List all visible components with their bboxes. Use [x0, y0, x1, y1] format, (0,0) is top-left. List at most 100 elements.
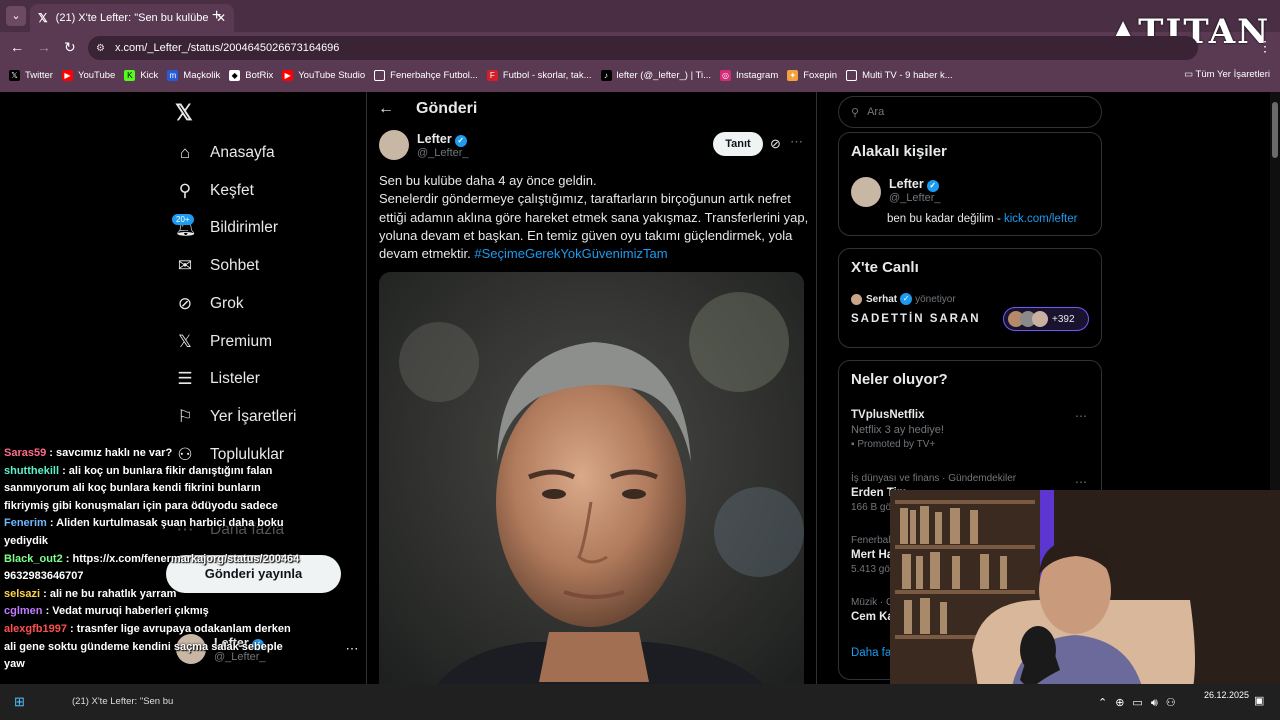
back-icon[interactable]: ← — [10, 39, 24, 55]
avatar — [851, 293, 862, 305]
show-more-link[interactable]: Daha fa — [851, 647, 891, 659]
bookmark-fenerbahce[interactable]: Fenerbahçe Futbol... — [374, 69, 478, 81]
notification-icon[interactable]: ▣ — [1254, 694, 1264, 707]
chat-message: cglmen : Vedat muruqi haberleri çıkmış — [4, 605, 209, 618]
hashtag-link[interactable]: #SeçimeGerekYokGüvenimizTam — [474, 246, 667, 261]
more-icon[interactable]: ⋯ — [1075, 475, 1087, 489]
avatar — [851, 177, 881, 207]
tv-icon — [846, 69, 858, 81]
youtube-icon: ▶ — [61, 69, 73, 81]
trend-item[interactable]: Müzik · G Cem Ka — [851, 597, 894, 623]
search-input[interactable]: ⚲ Ara — [838, 96, 1102, 128]
site-info-icon[interactable]: ⚙ — [96, 43, 105, 54]
bookmark-youtube-studio[interactable]: ▶ YouTube Studio — [282, 69, 365, 81]
nav-explore[interactable]: ⚲ Keşfet — [175, 181, 254, 201]
chat-message: shutthekill : ali koç un bunlara fikir d… — [4, 464, 278, 512]
url-text: x.com/_Lefter_/status/200464502667316469… — [114, 42, 340, 54]
bookmark-youtube[interactable]: ▶ YouTube — [61, 69, 115, 81]
back-arrow-icon[interactable]: ← — [378, 100, 394, 118]
card-title: Neler oluyor? — [851, 371, 948, 388]
bookmark-twitter[interactable]: 𝕏 Twitter — [9, 69, 53, 81]
trend-item[interactable]: Fenerbal Mert Ha 5.413 gö — [851, 535, 893, 575]
bookmark-kick[interactable]: K Kick — [124, 69, 158, 81]
scrollbar-thumb[interactable] — [1272, 102, 1278, 158]
card-title: X'te Canlı — [851, 259, 919, 276]
post-author[interactable]: Lefter ✓ @_Lefter_ — [379, 130, 469, 160]
related-person[interactable]: Lefter ✓ @_Lefter_ — [851, 177, 941, 207]
nav-messages[interactable]: ✉ Sohbet — [175, 256, 259, 276]
webcam-overlay — [890, 490, 1280, 700]
youtube-studio-icon: ▶ — [282, 69, 294, 81]
url-input[interactable]: ⚙ x.com/_Lefter_/status/2004645026673164… — [88, 36, 1198, 60]
bookmark-mackolik[interactable]: m Maçkolik — [167, 69, 220, 81]
tab-list-button[interactable]: ⌄ — [6, 6, 26, 26]
promote-button[interactable]: Tanıt — [713, 132, 763, 156]
author-avatar[interactable] — [379, 130, 409, 160]
nav-bookmarks[interactable]: ⚐ Yer İşaretleri — [175, 407, 296, 427]
bookmark-instagram[interactable]: ◎ Instagram — [720, 69, 778, 81]
nav-lists[interactable]: ☰ Listeler — [175, 369, 260, 389]
bookmark-futbol[interactable]: F Futbol - skorlar, tak... — [486, 69, 592, 81]
system-tray[interactable]: ⌃⊕▭🔊︎⚇ — [1098, 696, 1184, 710]
nav-premium[interactable]: 𝕏 Premium — [175, 332, 272, 352]
foxepin-icon: ✦ — [787, 69, 799, 81]
live-title[interactable]: SADETTİN SARAN — [851, 313, 981, 325]
x-favicon-icon: 𝕏 — [38, 11, 48, 25]
chat-message: Black_out2 : https://x.com/fenermarkajor… — [4, 552, 300, 583]
bookmark-icon: ⚐ — [177, 407, 193, 426]
address-bar-row: ← → ↻ ⚙ x.com/_Lefter_/status/2004645026… — [0, 32, 1280, 62]
related-bio: ben bu kadar değilim - kick.com/lefter — [887, 213, 1078, 225]
more-icon[interactable]: ⋯ — [346, 641, 359, 657]
live-listeners[interactable]: +392 — [1003, 307, 1089, 331]
search-icon: ⚲ — [851, 106, 860, 119]
page-title: Gönderi — [416, 100, 478, 117]
mail-icon: ✉ — [177, 256, 193, 275]
x-logo-icon[interactable]: 𝕏 — [175, 100, 193, 126]
portrait-photo — [379, 272, 804, 720]
more-icon[interactable]: ⋯ — [1075, 409, 1087, 423]
taskbar: ⊞ (21) X'te Lefter: "Sen bu ⌃⊕▭🔊︎⚇ 26.12… — [0, 684, 1280, 720]
trend-item[interactable]: TVplusNetflix Netflix 3 ay hediye! ▪ Pro… — [851, 409, 944, 450]
nav-home[interactable]: ⌂ Anasayfa — [175, 143, 275, 163]
new-tab-icon[interactable]: + — [212, 7, 221, 25]
webcam-scene — [890, 490, 1280, 700]
post-header: ← Gönderi — [378, 100, 477, 118]
bookmark-tiktok[interactable]: ♪ lefter (@_lefter_) | Ti... — [600, 69, 711, 81]
kick-icon: K — [124, 69, 136, 81]
taskbar-app[interactable]: (21) X'te Lefter: "Sen bu — [72, 696, 173, 707]
bookmark-multitv[interactable]: Multi TV - 9 haber k... — [846, 69, 953, 81]
tab-active[interactable]: 𝕏 (21) X'te Lefter: "Sen bu kulübe ✕ — [30, 4, 234, 32]
menu-icon[interactable]: ⋮ — [1258, 38, 1272, 55]
kick-link[interactable]: kick.com/lefter — [1004, 213, 1078, 225]
divider — [816, 92, 817, 720]
chat-message: selsazi : ali ne bu rahatlık yarram — [4, 587, 177, 600]
list-icon: ☰ — [177, 369, 193, 388]
all-bookmarks[interactable]: ▭ Tüm Yer İşaretleri — [1184, 69, 1270, 80]
stream-chat-overlay: Saras59 : savcımız haklı ne var? shutthe… — [4, 445, 304, 674]
clock[interactable]: 26.12.2025 — [1204, 690, 1249, 700]
post-image[interactable] — [379, 272, 804, 720]
notification-badge: 20+ — [172, 214, 194, 225]
verified-icon: ✓ — [454, 134, 467, 147]
windows-start-icon[interactable]: ⊞ — [14, 694, 25, 710]
live-host[interactable]: Serhat ✓ yönetiyor — [851, 293, 956, 305]
forward-icon[interactable]: → — [37, 39, 51, 55]
mackolik-icon: m — [167, 69, 179, 81]
avatar — [1032, 311, 1048, 327]
search-icon: ⚲ — [178, 181, 192, 200]
live-card: X'te Canlı Serhat ✓ yönetiyor SADETTİN S… — [838, 248, 1102, 348]
verified-icon: ✓ — [900, 293, 913, 305]
bookmark-botrix[interactable]: ◆ BotRix — [229, 69, 273, 81]
bookmarks-bar: 𝕏 Twitter ▶ YouTube K Kick m Maçkolik ◆ BotRi… — [0, 64, 1280, 86]
botrix-icon: ◆ — [229, 69, 241, 81]
divider — [366, 92, 367, 720]
bookmark-foxepin[interactable]: ✦ Foxepin — [787, 69, 837, 81]
related-people-card: Alakalı kişiler Lefter ✓ @_Lefter_ ben bu… — [838, 132, 1102, 236]
reload-icon[interactable]: ↻ — [64, 39, 76, 56]
instagram-icon: ◎ — [720, 69, 731, 81]
tab-bar: ⌄ 𝕏 (21) X'te Lefter: "Sen bu kulübe ✕ + — [0, 0, 1280, 32]
post-text: Sen bu kulübe daha 4 ay önce geldin. Sen… — [379, 173, 809, 262]
nav-grok[interactable]: ⊘ Grok — [175, 294, 244, 314]
more-icon[interactable]: ⋯ — [790, 134, 803, 150]
grok-icon[interactable]: ⊘ — [770, 136, 781, 152]
